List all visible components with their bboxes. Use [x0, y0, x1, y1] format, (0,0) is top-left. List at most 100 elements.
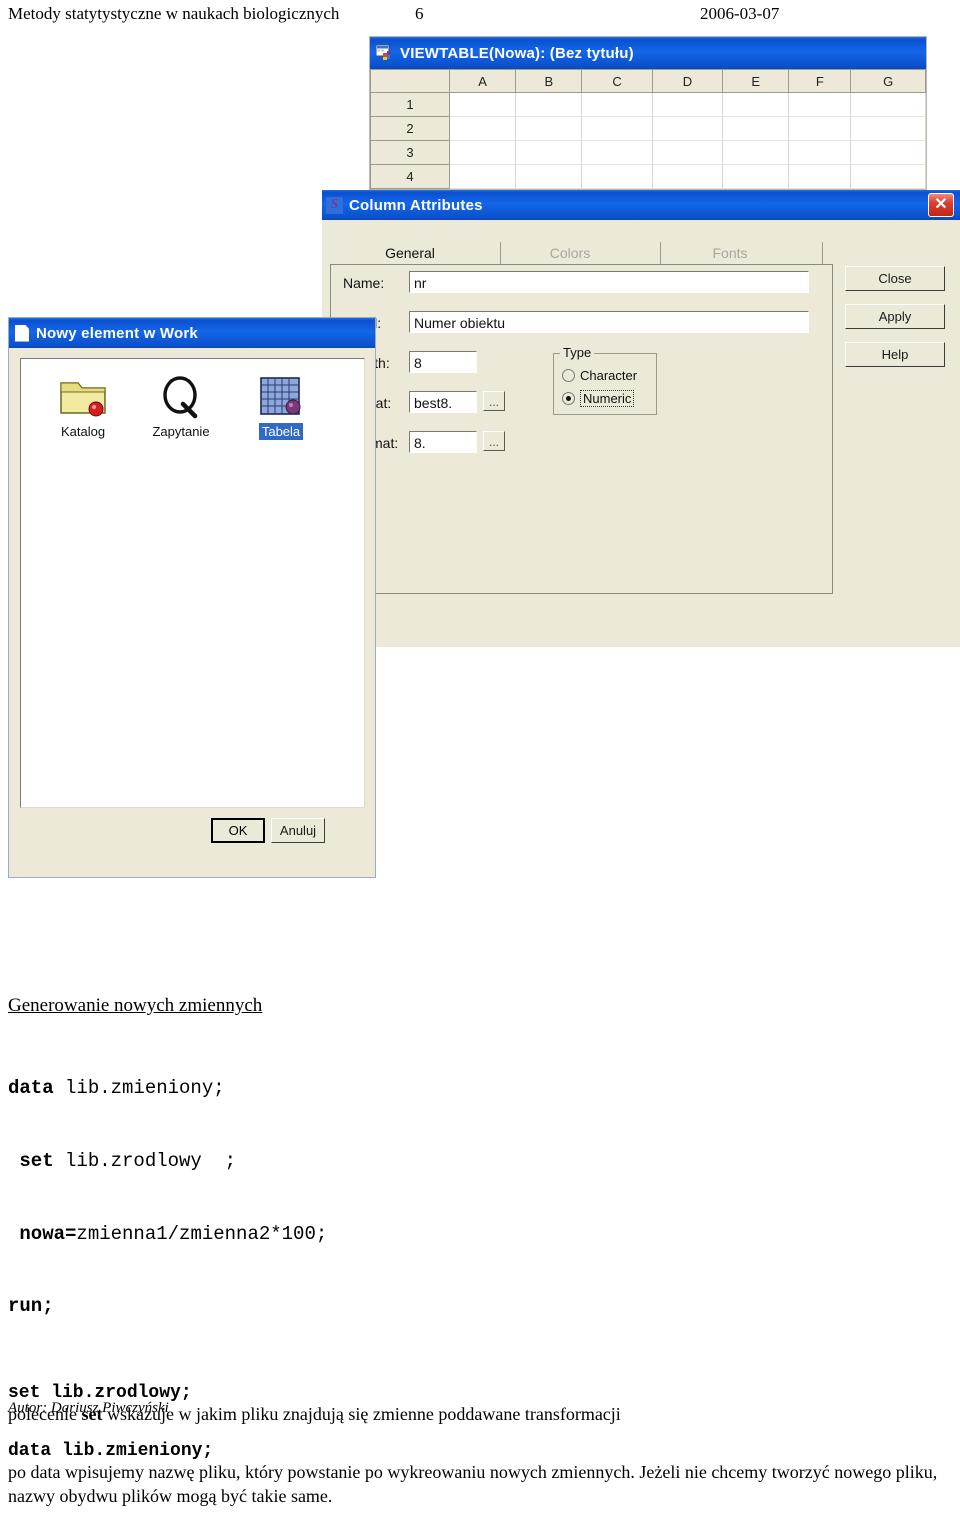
tab-colors[interactable]: Colors — [510, 240, 630, 266]
cell-g1[interactable] — [850, 92, 926, 117]
viewtable-window[interactable]: VIEWTABLE(Nowa): (Bez tytułu) A B C D E … — [370, 37, 926, 189]
column-header-g[interactable]: G — [850, 69, 926, 93]
tab-separator-1 — [500, 242, 501, 264]
list-item-katalog[interactable]: Katalog — [35, 371, 131, 440]
header-course-title: Metody statytystyczne w naukach biologic… — [8, 4, 340, 23]
ok-button[interactable]: OK — [211, 818, 265, 843]
cell-b2[interactable] — [515, 116, 583, 141]
cell-c2[interactable] — [581, 116, 653, 141]
code-keyword: run; — [8, 1295, 54, 1318]
code-keyword: data — [8, 1076, 66, 1099]
cell-g3[interactable] — [850, 140, 926, 165]
general-tab-panel: Name: Label: Length: Format: ... Informa… — [330, 264, 833, 594]
column-header-a[interactable]: A — [448, 69, 517, 93]
row-header-2[interactable]: 2 — [370, 116, 450, 141]
list-item-tabela[interactable]: Tabela — [233, 371, 329, 440]
list-item-label: Zapytanie — [152, 424, 210, 439]
lecture-body: Generowanie nowych zmiennych data lib.zm… — [8, 995, 952, 1523]
cell-a3[interactable] — [449, 140, 517, 165]
apply-button[interactable]: Apply — [845, 304, 945, 329]
cell-d4[interactable] — [652, 164, 724, 189]
cell-f3[interactable] — [788, 140, 852, 165]
tab-fonts[interactable]: Fonts — [670, 240, 790, 266]
radio-character[interactable]: Character — [562, 368, 637, 383]
code-text: zmienna1/zmienna2*100; — [76, 1222, 328, 1245]
type-group-label: Type — [560, 345, 595, 360]
label-field[interactable] — [409, 311, 809, 333]
column-header-e[interactable]: E — [722, 69, 790, 93]
cell-a2[interactable] — [449, 116, 517, 141]
table-row[interactable]: 1 — [370, 92, 926, 117]
column-header-d[interactable]: D — [651, 69, 724, 93]
cell-b1[interactable] — [515, 92, 583, 117]
row-header-3[interactable]: 3 — [370, 140, 450, 165]
cell-e4[interactable] — [722, 164, 790, 189]
cell-d3[interactable] — [652, 140, 724, 165]
cell-f1[interactable] — [788, 92, 852, 117]
viewtable-grid[interactable]: A B C D E F G 1 2 3 4 — [370, 69, 926, 189]
column-header-c[interactable]: C — [581, 69, 653, 93]
cell-a4[interactable] — [449, 164, 517, 189]
code-keyword: nowa= — [8, 1222, 77, 1245]
cell-e1[interactable] — [722, 92, 790, 117]
new-item-icon-list[interactable]: Katalog Zapytanie Tabela — [20, 358, 365, 808]
radio-numeric-dot[interactable] — [562, 392, 575, 405]
cell-e2[interactable] — [722, 116, 790, 141]
length-field[interactable] — [409, 351, 477, 373]
row-header-4[interactable]: 4 — [370, 164, 450, 189]
column-header-b[interactable]: B — [515, 69, 583, 93]
informat-browse-button[interactable]: ... — [483, 431, 505, 451]
cell-b4[interactable] — [515, 164, 583, 189]
column-attributes-titlebar[interactable]: S Column Attributes ✕ — [322, 190, 960, 220]
code-line: data lib.zmieniony; — [8, 1076, 952, 1100]
cell-c3[interactable] — [581, 140, 653, 165]
format-field[interactable] — [409, 391, 477, 413]
paragraph-text-after: wskazuje w jakim pliku znajdują się zmie… — [102, 1404, 621, 1425]
close-button[interactable]: Close — [845, 266, 945, 291]
grid-corner-cell[interactable] — [370, 69, 450, 93]
cell-d1[interactable] — [652, 92, 724, 117]
cell-f2[interactable] — [788, 116, 852, 141]
viewtable-titlebar[interactable]: VIEWTABLE(Nowa): (Bez tytułu) — [370, 37, 926, 69]
sas-logo-icon: S — [326, 196, 343, 214]
query-q-icon — [133, 371, 229, 423]
cell-e3[interactable] — [722, 140, 790, 165]
spreadsheet-table[interactable]: A B C D E F G 1 2 3 4 — [370, 69, 926, 189]
list-item-zapytanie[interactable]: Zapytanie — [133, 371, 229, 440]
column-header-f[interactable]: F — [788, 69, 852, 93]
cell-c1[interactable] — [581, 92, 653, 117]
informat-field[interactable] — [409, 431, 477, 453]
close-icon[interactable]: ✕ — [928, 193, 954, 217]
format-browse-button[interactable]: ... — [483, 391, 505, 411]
cell-f4[interactable] — [788, 164, 852, 189]
column-attributes-dialog[interactable]: S Column Attributes ✕ General Colors Fon… — [322, 190, 960, 647]
radio-numeric-label: Numeric — [580, 390, 635, 407]
radio-character-dot[interactable] — [562, 369, 575, 382]
cell-d2[interactable] — [652, 116, 724, 141]
name-field-label: Name: — [343, 275, 385, 291]
help-button[interactable]: Help — [845, 342, 945, 367]
table-row[interactable]: 2 — [370, 116, 926, 141]
code-line: run; — [8, 1294, 952, 1318]
footer-author: Autor: Dariusz Piwczyński — [8, 1400, 169, 1416]
table-grid-icon — [233, 371, 329, 423]
row-header-1[interactable]: 1 — [370, 92, 450, 117]
dialog-action-buttons: Close Apply Help — [845, 266, 945, 380]
new-item-titlebar[interactable]: Nowy element w Work — [9, 318, 375, 348]
cell-a1[interactable] — [449, 92, 517, 117]
tab-general[interactable]: General — [350, 240, 470, 266]
name-field[interactable] — [409, 271, 809, 293]
code-text: lib.zmieniony; — [65, 1076, 225, 1099]
cell-g2[interactable] — [850, 116, 926, 141]
code-snippet-data: data lib.zmieniony; — [8, 1441, 214, 1462]
cell-g4[interactable] — [850, 164, 926, 189]
code-line: nowa=zmienna1/zmienna2*100; — [8, 1222, 952, 1246]
table-row[interactable]: 4 — [370, 164, 926, 189]
cell-c4[interactable] — [581, 164, 653, 189]
cell-b3[interactable] — [515, 140, 583, 165]
new-item-dialog[interactable]: Nowy element w Work Katalog Zapytanie Ta… — [8, 317, 376, 878]
table-row[interactable]: 3 — [370, 140, 926, 165]
column-attributes-body: General Colors Fonts Name: Label: Length… — [322, 220, 960, 647]
cancel-button[interactable]: Anuluj — [271, 818, 325, 843]
radio-numeric[interactable]: Numeric — [562, 390, 635, 407]
